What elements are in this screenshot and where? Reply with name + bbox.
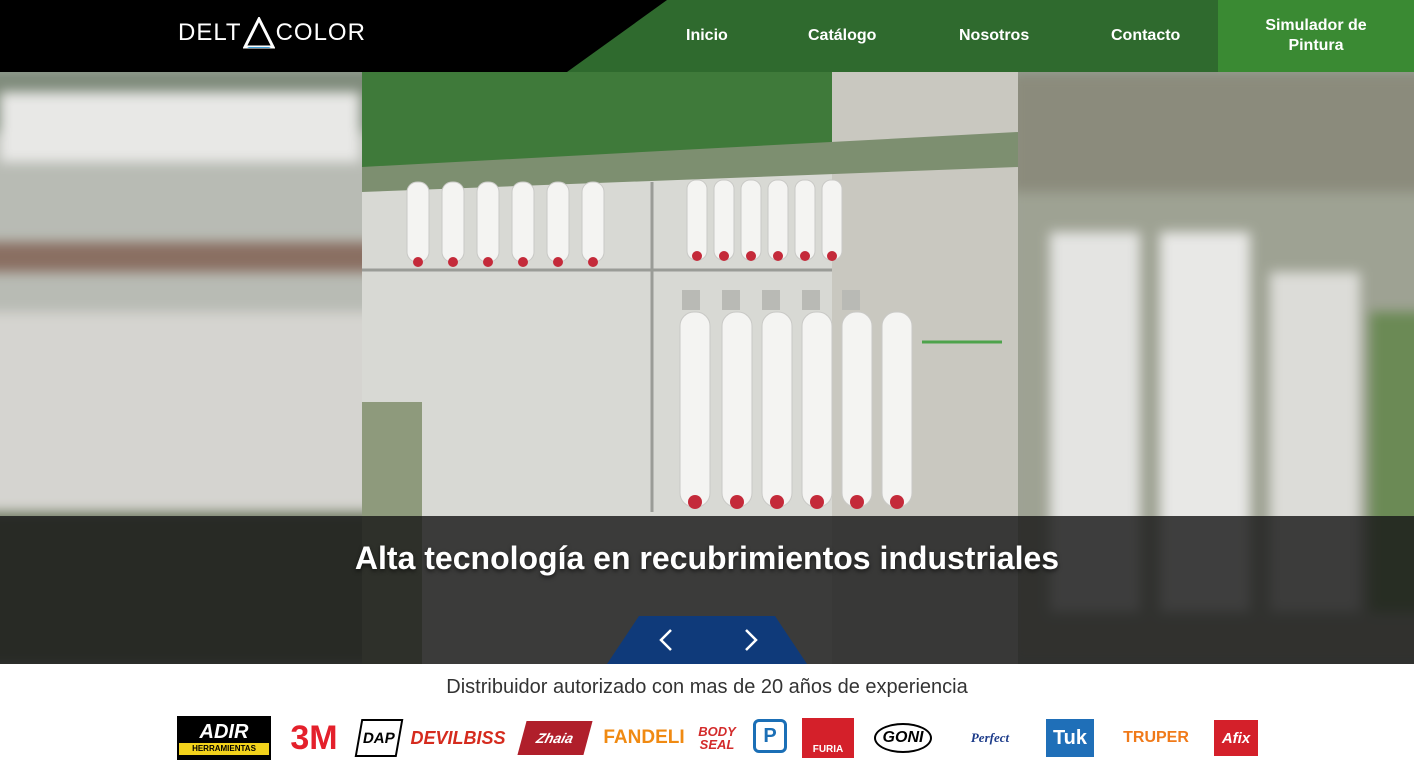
brand-logo-bodyseal[interactable]: BODY SEAL (695, 716, 739, 760)
brands-tagline: Distribuidor autorizado con mas de 20 añ… (446, 676, 968, 698)
logo-text-right: COLOR (275, 19, 366, 46)
brand-logo-adir[interactable]: ADIR HERRAMIENTAS (177, 716, 271, 760)
nav-catalogo[interactable]: Catálogo (808, 0, 876, 72)
brand-logo-perfect[interactable]: Perfect (954, 716, 1026, 760)
hero-caption: Alta tecnología en recubrimientos indust… (354, 540, 1060, 576)
hero-slider: Alta tecnología en recubrimientos indust… (0, 72, 1414, 664)
brands-row: ADIR HERRAMIENTAS 3M DAP DEVILBISS Zhaia… (0, 716, 1414, 760)
next-arrow-icon[interactable] (741, 628, 761, 652)
brand-logo-3m[interactable]: 3M (285, 716, 343, 760)
nav-inicio[interactable]: Inicio (686, 0, 728, 72)
deltacolor-logo[interactable]: DELT COLOR (178, 16, 366, 50)
brand-logo-zhaia[interactable]: Zhaia (517, 721, 593, 755)
brand-logo-afix[interactable]: Afix (1214, 720, 1258, 756)
brand-logo-fandeli[interactable]: FANDELI (603, 716, 684, 760)
brand-logo-dap[interactable]: DAP (354, 719, 404, 757)
nav-contacto[interactable]: Contacto (1111, 0, 1180, 72)
brand-logo-furia[interactable]: FURIA (802, 718, 854, 758)
site-header: DELT COLOR Inicio Catálogo Nosotros Cont… (0, 0, 1414, 72)
prev-arrow-icon[interactable] (656, 628, 676, 652)
simulador-pintura-button[interactable]: Simulador de Pintura (1218, 0, 1414, 72)
logo-triangle-icon (242, 17, 275, 49)
brand-logo-goni[interactable]: GONI (874, 723, 932, 753)
brand-logo-truper[interactable]: TRUPER (1113, 716, 1199, 760)
slider-controls (607, 616, 807, 664)
brand-logo-tuk[interactable]: Tuk (1046, 719, 1094, 757)
nav-nosotros[interactable]: Nosotros (959, 0, 1029, 72)
brand-logo-devilbiss[interactable]: DEVILBISS (410, 716, 505, 760)
logo-text-left: DELT (178, 19, 242, 46)
brand-logo-productos-p[interactable]: P (753, 719, 787, 753)
